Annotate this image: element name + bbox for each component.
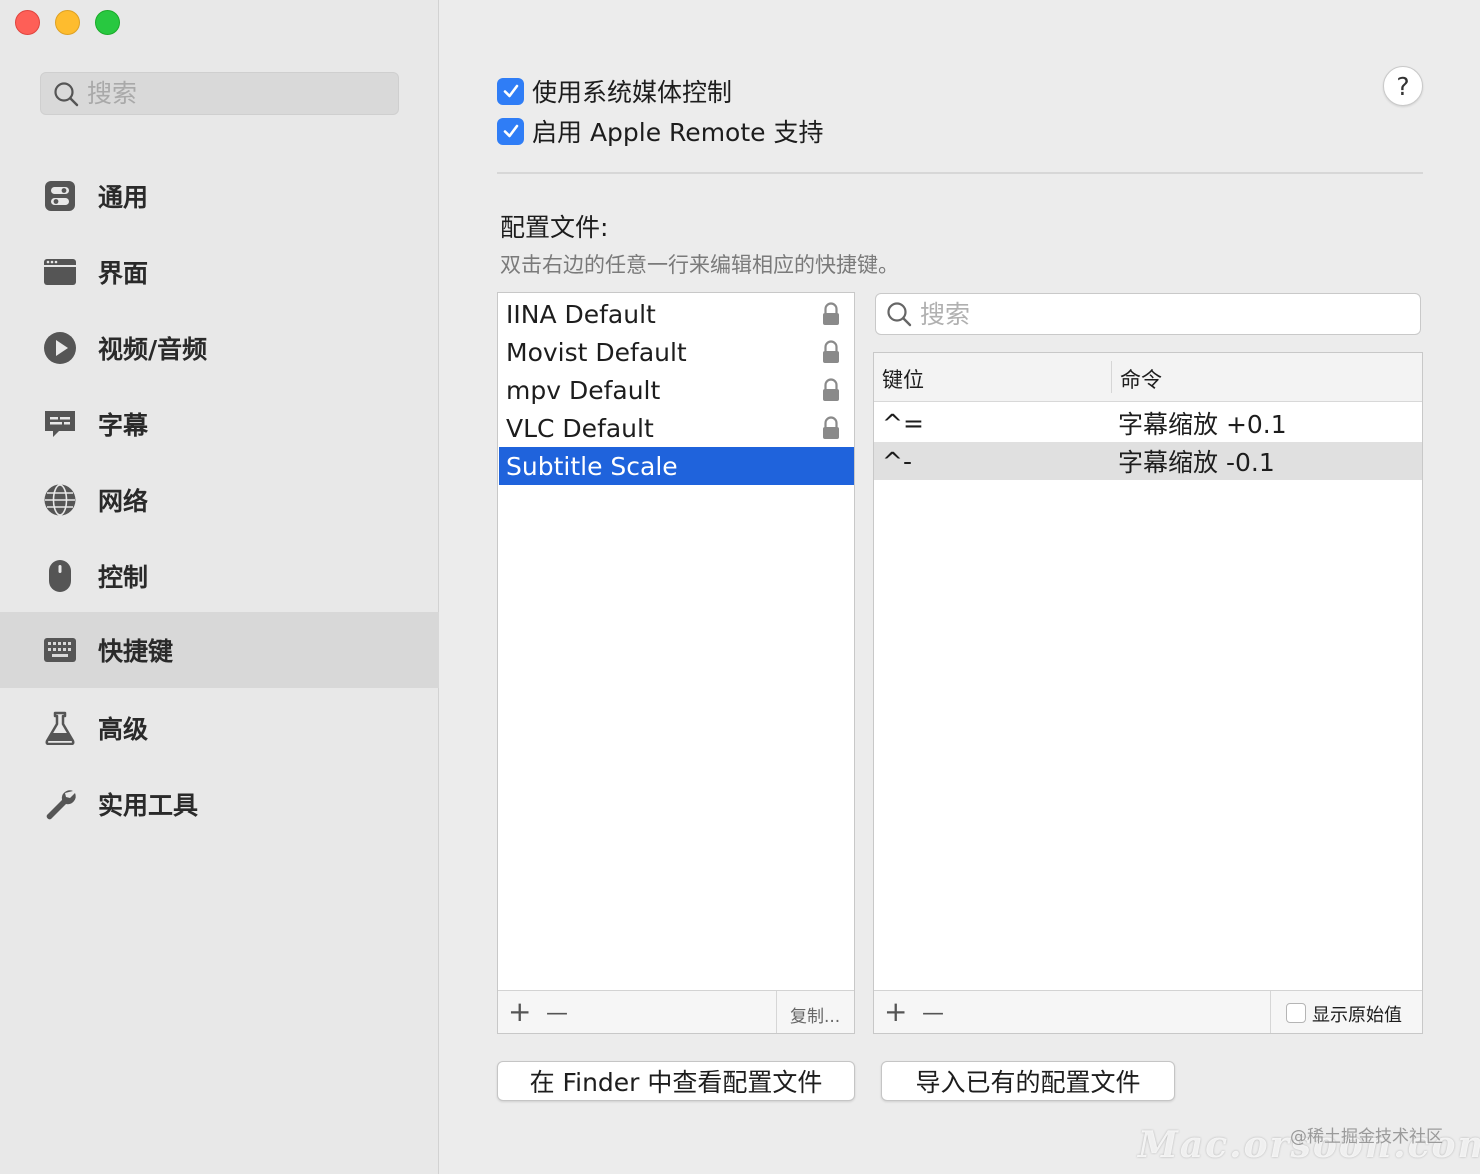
profile-row[interactable]: IINA Default	[499, 295, 854, 333]
key-bindings-table: 键位 命令 ^= 字幕缩放 +0.1 ^- 字幕缩放 -0.1 + — 显示原始…	[873, 352, 1423, 1034]
sidebar-item-label: 界面	[98, 259, 149, 288]
remove-profile-button[interactable]: —	[546, 999, 568, 1029]
profile-row[interactable]: VLC Default	[499, 409, 854, 447]
key-cell: ^-	[882, 446, 912, 476]
window-icon	[42, 254, 78, 290]
keys-search-input[interactable]	[920, 299, 1390, 329]
profile-list-footer: + — 复制...	[498, 990, 854, 1033]
command-cell: 字幕缩放 -0.1	[1118, 448, 1275, 477]
profile-row-selected[interactable]: Subtitle Scale	[499, 447, 854, 485]
wrench-icon	[42, 786, 78, 822]
lock-icon	[823, 340, 839, 363]
sidebar-item-label: 控制	[98, 563, 149, 592]
search-icon	[887, 302, 912, 327]
sidebar-item-label: 实用工具	[98, 791, 199, 820]
column-header-key[interactable]: 键位	[882, 364, 924, 394]
profile-name: Movist Default	[506, 337, 687, 367]
sidebar: 通用 界面 视频/音频 字幕 网络 控制 快捷键	[0, 0, 439, 1174]
footer-divider	[776, 991, 777, 1033]
key-table-footer: + — 显示原始值	[874, 990, 1422, 1033]
footer-divider	[1270, 991, 1271, 1033]
subtitle-bubble-icon	[42, 406, 78, 442]
sidebar-item-network[interactable]: 网络	[0, 462, 439, 538]
checkmark-icon	[503, 124, 518, 138]
profile-list: IINA Default Movist Default mpv Default …	[497, 292, 855, 1034]
minimize-window-button[interactable]	[55, 10, 80, 35]
table-row[interactable]: ^= 字幕缩放 +0.1	[874, 404, 1422, 442]
help-button[interactable]: ?	[1383, 66, 1423, 106]
profile-name: mpv Default	[506, 375, 661, 405]
keyboard-icon	[42, 632, 78, 668]
sidebar-item-label: 高级	[98, 715, 149, 744]
config-section-title: 配置文件:	[500, 213, 609, 242]
sidebar-item-utilities[interactable]: 实用工具	[0, 766, 439, 842]
keys-search[interactable]	[875, 293, 1421, 335]
sidebar-search[interactable]	[40, 72, 399, 115]
show-raw-values-checkbox[interactable]	[1286, 1003, 1306, 1023]
import-config-button[interactable]: 导入已有的配置文件	[881, 1061, 1175, 1101]
show-raw-values-label: 显示原始值	[1312, 1005, 1402, 1026]
config-section-description: 双击右边的任意一行来编辑相应的快捷键。	[500, 253, 899, 277]
key-cell: ^=	[882, 408, 924, 438]
system-media-control-option[interactable]: 使用系统媒体控制	[497, 73, 732, 109]
apple-remote-checkbox[interactable]	[497, 117, 524, 145]
search-icon	[54, 81, 79, 106]
sidebar-item-interface[interactable]: 界面	[0, 234, 439, 310]
profile-row[interactable]: Movist Default	[499, 333, 854, 371]
apple-remote-label: 启用 Apple Remote 支持	[532, 118, 824, 147]
sidebar-item-control[interactable]: 控制	[0, 538, 439, 614]
add-binding-button[interactable]: +	[884, 997, 907, 1027]
profile-name: Subtitle Scale	[506, 451, 678, 481]
table-row[interactable]: ^- 字幕缩放 -0.1	[874, 442, 1422, 480]
system-media-control-checkbox[interactable]	[497, 77, 524, 105]
profile-row[interactable]: mpv Default	[499, 371, 854, 409]
column-divider[interactable]	[1111, 361, 1112, 393]
sidebar-item-label: 字幕	[98, 411, 149, 440]
sidebar-item-advanced[interactable]: 高级	[0, 690, 439, 766]
system-media-control-label: 使用系统媒体控制	[532, 78, 733, 107]
profile-name: VLC Default	[506, 413, 654, 443]
play-circle-icon	[42, 330, 78, 366]
add-profile-button[interactable]: +	[508, 997, 531, 1027]
lock-icon	[823, 416, 839, 439]
close-window-button[interactable]	[15, 10, 40, 35]
mouse-icon	[42, 558, 78, 594]
sidebar-item-subtitles[interactable]: 字幕	[0, 386, 439, 462]
table-header: 键位 命令	[874, 353, 1422, 402]
sidebar-search-input[interactable]	[87, 79, 367, 108]
command-cell: 字幕缩放 +0.1	[1118, 410, 1287, 439]
sidebar-item-label: 通用	[98, 183, 149, 212]
profile-name: IINA Default	[506, 299, 656, 329]
sidebar-item-label: 视频/音频	[98, 335, 208, 364]
zoom-window-button[interactable]	[95, 10, 120, 35]
toggles-icon	[42, 178, 78, 214]
sidebar-item-shortcuts[interactable]: 快捷键	[0, 612, 439, 688]
checkmark-icon	[503, 84, 518, 98]
sidebar-item-video-audio[interactable]: 视频/音频	[0, 310, 439, 386]
duplicate-profile-button[interactable]: 复制...	[790, 1002, 840, 1027]
column-header-command[interactable]: 命令	[1120, 364, 1162, 394]
reveal-in-finder-button[interactable]: 在 Finder 中查看配置文件	[497, 1061, 855, 1101]
sidebar-item-label: 快捷键	[98, 637, 174, 666]
section-divider	[497, 172, 1423, 174]
flask-icon	[42, 710, 78, 746]
lock-icon	[823, 378, 839, 401]
lock-icon	[823, 302, 839, 325]
remove-binding-button[interactable]: —	[922, 999, 944, 1029]
community-watermark: @稀土掘金技术社区	[1290, 1127, 1443, 1147]
sidebar-item-general[interactable]: 通用	[0, 158, 439, 234]
sidebar-item-label: 网络	[98, 487, 149, 516]
globe-icon	[42, 482, 78, 518]
apple-remote-option[interactable]: 启用 Apple Remote 支持	[497, 113, 823, 149]
